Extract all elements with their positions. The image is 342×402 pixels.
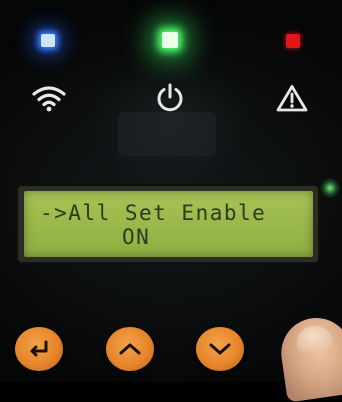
light-glare — [320, 178, 340, 198]
chevron-down-icon — [209, 343, 231, 355]
lcd-line-2: ON — [122, 225, 151, 249]
enter-button[interactable] — [15, 327, 63, 371]
power-icon — [157, 83, 183, 112]
lcd-line-1: ->All Set Enable — [40, 201, 267, 225]
chevron-up-icon — [119, 343, 141, 355]
warning-icon — [276, 85, 308, 112]
wifi-status-led — [41, 34, 55, 47]
power-status-led — [162, 32, 178, 48]
up-button[interactable] — [106, 327, 154, 371]
alarm-status-led — [286, 34, 300, 48]
down-button[interactable] — [196, 327, 244, 371]
enter-arrow-icon — [30, 340, 48, 357]
wifi-icon — [32, 86, 66, 112]
panel-reflection — [118, 112, 216, 156]
